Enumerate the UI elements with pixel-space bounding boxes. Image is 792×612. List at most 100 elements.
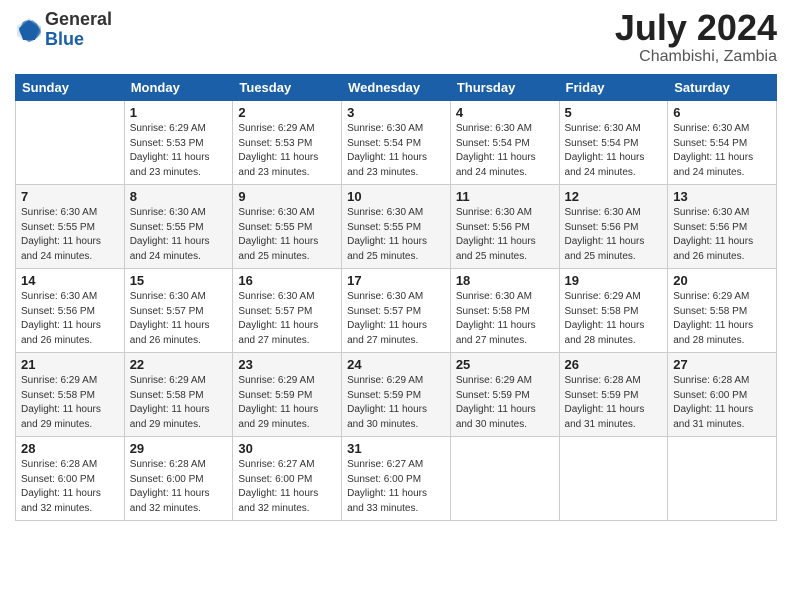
calendar-cell: 18 Sunrise: 6:30 AM Sunset: 5:58 PM Dayli… (450, 269, 559, 353)
calendar-cell: 10 Sunrise: 6:30 AM Sunset: 5:55 PM Dayli… (342, 185, 451, 269)
day-number: 1 (130, 105, 228, 120)
logo: General Blue (15, 10, 112, 50)
cell-info: Sunrise: 6:30 AM Sunset: 5:57 PM Dayligh… (238, 290, 336, 348)
day-number: 28 (21, 441, 119, 456)
calendar-cell (668, 437, 777, 521)
day-number: 24 (347, 357, 445, 372)
cell-info: Sunrise: 6:27 AM Sunset: 6:00 PM Dayligh… (347, 458, 445, 516)
cell-info: Sunrise: 6:30 AM Sunset: 5:55 PM Dayligh… (130, 206, 228, 264)
calendar-cell: 13 Sunrise: 6:30 AM Sunset: 5:56 PM Dayli… (668, 185, 777, 269)
calendar-cell: 27 Sunrise: 6:28 AM Sunset: 6:00 PM Dayli… (668, 353, 777, 437)
calendar-cell: 17Sunrise: 6:30 AM Sunset: 5:57 PM Dayli… (342, 269, 451, 353)
cell-info: Sunrise: 6:29 AM Sunset: 5:59 PM Dayligh… (347, 374, 445, 432)
calendar-week-row: 28 Sunrise: 6:28 AM Sunset: 6:00 PM Dayli… (16, 437, 777, 521)
cell-info: Sunrise: 6:28 AM Sunset: 5:59 PM Dayligh… (565, 374, 663, 432)
calendar-week-row: 7 Sunrise: 6:30 AM Sunset: 5:55 PM Daylig… (16, 185, 777, 269)
calendar-cell: 3Sunrise: 6:30 AM Sunset: 5:54 PM Daylig… (342, 101, 451, 185)
calendar-cell: 29 Sunrise: 6:28 AM Sunset: 6:00 PM Dayli… (124, 437, 233, 521)
day-number: 22 (130, 357, 228, 372)
weekday-header-cell: Friday (559, 75, 668, 101)
weekday-header-cell: Tuesday (233, 75, 342, 101)
calendar-cell: 20 Sunrise: 6:29 AM Sunset: 5:58 PM Dayli… (668, 269, 777, 353)
cell-info: Sunrise: 6:30 AM Sunset: 5:58 PM Dayligh… (456, 290, 554, 348)
page-header: General Blue July 2024 Chambishi, Zambia (15, 10, 777, 66)
calendar-week-row: 14Sunrise: 6:30 AM Sunset: 5:56 PM Dayli… (16, 269, 777, 353)
day-number: 27 (673, 357, 771, 372)
calendar-cell: 6Sunrise: 6:30 AM Sunset: 5:54 PM Daylig… (668, 101, 777, 185)
calendar-cell: 31 Sunrise: 6:27 AM Sunset: 6:00 PM Dayli… (342, 437, 451, 521)
day-number: 16 (238, 273, 336, 288)
calendar-cell: 24 Sunrise: 6:29 AM Sunset: 5:59 PM Dayli… (342, 353, 451, 437)
day-number: 20 (673, 273, 771, 288)
calendar-week-row: 21 Sunrise: 6:29 AM Sunset: 5:58 PM Dayli… (16, 353, 777, 437)
logo-general: General (45, 10, 112, 30)
day-number: 5 (565, 105, 663, 120)
calendar-cell (450, 437, 559, 521)
cell-info: Sunrise: 6:29 AM Sunset: 5:59 PM Dayligh… (456, 374, 554, 432)
calendar-cell (16, 101, 125, 185)
day-number: 21 (21, 357, 119, 372)
cell-info: Sunrise: 6:29 AM Sunset: 5:58 PM Dayligh… (130, 374, 228, 432)
day-number: 15 (130, 273, 228, 288)
calendar-cell: 9Sunrise: 6:30 AM Sunset: 5:55 PM Daylig… (233, 185, 342, 269)
logo-icon (15, 16, 43, 44)
day-number: 7 (21, 189, 119, 204)
calendar-cell: 21 Sunrise: 6:29 AM Sunset: 5:58 PM Dayli… (16, 353, 125, 437)
calendar-cell: 2Sunrise: 6:29 AM Sunset: 5:53 PM Daylig… (233, 101, 342, 185)
day-number: 13 (673, 189, 771, 204)
day-number: 29 (130, 441, 228, 456)
cell-info: Sunrise: 6:29 AM Sunset: 5:53 PM Dayligh… (238, 122, 336, 180)
cell-info: Sunrise: 6:29 AM Sunset: 5:58 PM Dayligh… (673, 290, 771, 348)
day-number: 12 (565, 189, 663, 204)
cell-info: Sunrise: 6:30 AM Sunset: 5:56 PM Dayligh… (21, 290, 119, 348)
calendar-cell: 14Sunrise: 6:30 AM Sunset: 5:56 PM Dayli… (16, 269, 125, 353)
day-number: 11 (456, 189, 554, 204)
cell-info: Sunrise: 6:30 AM Sunset: 5:56 PM Dayligh… (565, 206, 663, 264)
calendar-cell: 8 Sunrise: 6:30 AM Sunset: 5:55 PM Daylig… (124, 185, 233, 269)
cell-info: Sunrise: 6:30 AM Sunset: 5:56 PM Dayligh… (673, 206, 771, 264)
calendar-cell: 7 Sunrise: 6:30 AM Sunset: 5:55 PM Daylig… (16, 185, 125, 269)
cell-info: Sunrise: 6:30 AM Sunset: 5:55 PM Dayligh… (347, 206, 445, 264)
cell-info: Sunrise: 6:30 AM Sunset: 5:55 PM Dayligh… (238, 206, 336, 264)
day-number: 26 (565, 357, 663, 372)
day-number: 18 (456, 273, 554, 288)
calendar-cell: 4Sunrise: 6:30 AM Sunset: 5:54 PM Daylig… (450, 101, 559, 185)
calendar-cell: 5Sunrise: 6:30 AM Sunset: 5:54 PM Daylig… (559, 101, 668, 185)
day-number: 10 (347, 189, 445, 204)
day-number: 23 (238, 357, 336, 372)
calendar-cell: 11 Sunrise: 6:30 AM Sunset: 5:56 PM Dayli… (450, 185, 559, 269)
cell-info: Sunrise: 6:29 AM Sunset: 5:58 PM Dayligh… (21, 374, 119, 432)
calendar-cell: 23 Sunrise: 6:29 AM Sunset: 5:59 PM Dayli… (233, 353, 342, 437)
cell-info: Sunrise: 6:29 AM Sunset: 5:53 PM Dayligh… (130, 122, 228, 180)
day-number: 8 (130, 189, 228, 204)
month-year: July 2024 (615, 10, 777, 46)
day-number: 17 (347, 273, 445, 288)
day-number: 19 (565, 273, 663, 288)
calendar-cell: 15 Sunrise: 6:30 AM Sunset: 5:57 PM Dayli… (124, 269, 233, 353)
calendar-cell: 19Sunrise: 6:29 AM Sunset: 5:58 PM Dayli… (559, 269, 668, 353)
day-number: 3 (347, 105, 445, 120)
day-number: 31 (347, 441, 445, 456)
calendar-cell: 12 Sunrise: 6:30 AM Sunset: 5:56 PM Dayli… (559, 185, 668, 269)
calendar-cell: 1 Sunrise: 6:29 AM Sunset: 5:53 PM Daylig… (124, 101, 233, 185)
weekday-header-cell: Saturday (668, 75, 777, 101)
cell-info: Sunrise: 6:28 AM Sunset: 6:00 PM Dayligh… (130, 458, 228, 516)
logo-blue: Blue (45, 30, 112, 50)
day-number: 25 (456, 357, 554, 372)
cell-info: Sunrise: 6:30 AM Sunset: 5:57 PM Dayligh… (130, 290, 228, 348)
cell-info: Sunrise: 6:27 AM Sunset: 6:00 PM Dayligh… (238, 458, 336, 516)
cell-info: Sunrise: 6:30 AM Sunset: 5:55 PM Dayligh… (21, 206, 119, 264)
calendar-cell (559, 437, 668, 521)
weekday-header-cell: Monday (124, 75, 233, 101)
weekday-header-cell: Thursday (450, 75, 559, 101)
calendar-table: SundayMondayTuesdayWednesdayThursdayFrid… (15, 74, 777, 521)
cell-info: Sunrise: 6:29 AM Sunset: 5:59 PM Dayligh… (238, 374, 336, 432)
logo-text: General Blue (45, 10, 112, 50)
cell-info: Sunrise: 6:28 AM Sunset: 6:00 PM Dayligh… (21, 458, 119, 516)
cell-info: Sunrise: 6:30 AM Sunset: 5:56 PM Dayligh… (456, 206, 554, 264)
cell-info: Sunrise: 6:28 AM Sunset: 6:00 PM Dayligh… (673, 374, 771, 432)
location: Chambishi, Zambia (615, 48, 777, 66)
calendar-cell: 30Sunrise: 6:27 AM Sunset: 6:00 PM Dayli… (233, 437, 342, 521)
weekday-header-cell: Wednesday (342, 75, 451, 101)
calendar-week-row: 1 Sunrise: 6:29 AM Sunset: 5:53 PM Daylig… (16, 101, 777, 185)
